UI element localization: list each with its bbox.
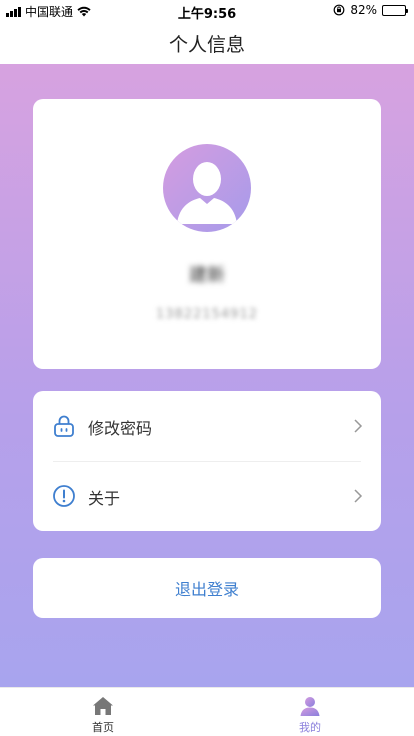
avatar[interactable] — [163, 144, 251, 232]
logout-label: 退出登录 — [174, 580, 239, 599]
profile-phone: 13822154912 — [156, 307, 258, 322]
tab-bar: 首页 我的 — [0, 687, 414, 736]
home-icon — [93, 697, 113, 715]
nav-bar: 个人信息 — [0, 22, 414, 64]
tab-label: 我的 — [299, 721, 321, 734]
chevron-right-icon — [354, 489, 363, 503]
user-icon — [300, 697, 320, 716]
default-avatar-icon — [177, 162, 237, 224]
menu-item-change-password[interactable]: 修改密码 — [33, 391, 381, 461]
status-right: 82% — [333, 3, 408, 17]
battery-percent: 82% — [350, 3, 377, 17]
tab-label: 首页 — [92, 721, 114, 734]
info-icon — [53, 485, 75, 507]
status-bar: 中国联通 上午9:56 82% — [0, 0, 414, 22]
profile-card: 建新 13822154912 — [33, 99, 381, 369]
page-title: 个人信息 — [168, 33, 245, 56]
battery-icon — [382, 4, 408, 16]
main-content: 建新 13822154912 修改密码 关于 退出登录 — [0, 64, 414, 687]
menu-item-label: 关于 — [88, 489, 121, 508]
menu-card: 修改密码 关于 — [33, 391, 381, 531]
tab-home[interactable]: 首页 — [0, 688, 207, 736]
tab-mine[interactable]: 我的 — [207, 688, 414, 736]
chevron-right-icon — [354, 419, 363, 433]
menu-item-label: 修改密码 — [88, 419, 153, 438]
lock-icon — [54, 415, 74, 437]
orientation-lock-icon — [333, 4, 345, 16]
profile-name: 建新 — [189, 265, 225, 286]
menu-item-about[interactable]: 关于 — [33, 461, 381, 531]
logout-button[interactable]: 退出登录 — [33, 558, 381, 618]
